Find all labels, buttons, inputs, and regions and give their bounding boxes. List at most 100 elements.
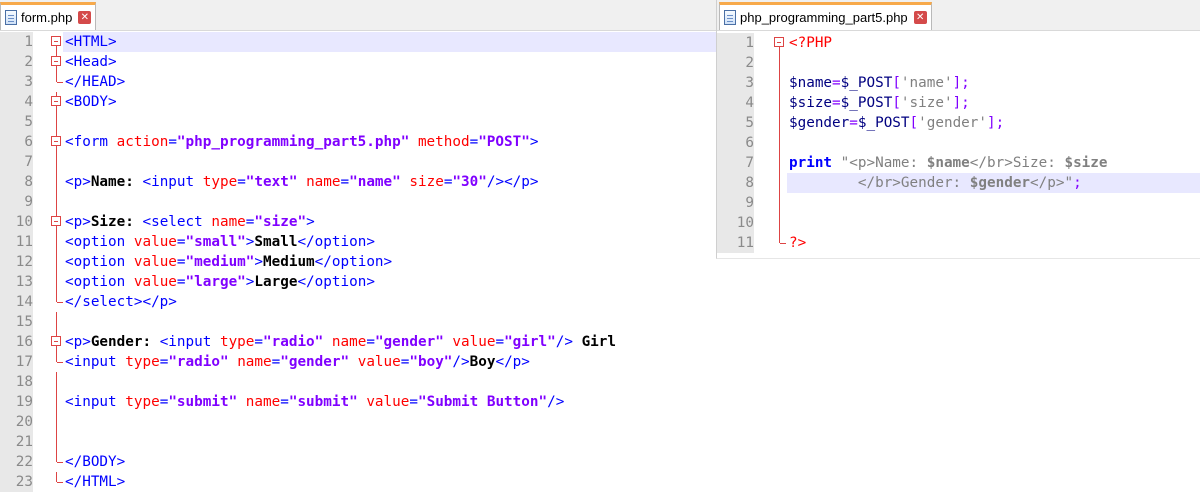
- fold-toggle-icon[interactable]: [51, 132, 63, 152]
- code-token: 'name': [900, 75, 953, 91]
- close-icon[interactable]: ✕: [78, 11, 92, 24]
- code-line[interactable]: 8 <p>Name: <input type="text" name="name"…: [0, 172, 716, 192]
- fold-line-marker: [51, 72, 63, 92]
- code-line[interactable]: 23 </HTML>: [0, 472, 716, 492]
- fold-line-marker: [51, 232, 63, 252]
- fold-line-marker: [51, 472, 63, 492]
- code-line[interactable]: 12 <option value="medium">Medium</option>: [0, 252, 716, 272]
- line-number: 23: [0, 472, 33, 492]
- line-number: 6: [717, 133, 754, 153]
- fold-line-marker: [51, 352, 63, 372]
- code-token: "gender": [280, 354, 350, 370]
- editor-pane-form[interactable]: form.php ✕ 1 <HTML> 2 <Head> 3 </HEAD> 4 <BODY>…: [0, 0, 716, 500]
- fold-line-marker: [774, 153, 786, 173]
- fold-toggle-icon[interactable]: [51, 32, 63, 52]
- line-number: 19: [0, 392, 33, 412]
- code-line[interactable]: 6: [717, 133, 1200, 153]
- code-line[interactable]: 4 <BODY>: [0, 92, 716, 112]
- code-line[interactable]: 9: [0, 192, 716, 212]
- fold-toggle-icon[interactable]: [51, 332, 63, 352]
- code-token: </p>: [495, 354, 530, 370]
- code-token: />: [452, 354, 470, 370]
- code-token: action: [116, 134, 169, 150]
- code-token: "medium": [185, 254, 255, 270]
- code-token: $size: [789, 95, 833, 111]
- code-line[interactable]: 5: [0, 112, 716, 132]
- fold-line-marker: [774, 193, 786, 213]
- code-line[interactable]: 17 <input type="radio" name="gender" valu…: [0, 352, 716, 372]
- code-line[interactable]: 1 <HTML>: [0, 32, 716, 52]
- fold-line-marker: [774, 173, 786, 193]
- code-line[interactable]: 11 ?>: [717, 233, 1200, 253]
- code-token: "large": [185, 274, 246, 290]
- code-token: value: [357, 354, 401, 370]
- code-token: $size: [1064, 155, 1108, 171]
- code-token: <option: [65, 234, 134, 250]
- fold-toggle-icon[interactable]: [51, 212, 63, 232]
- code-token: <option: [65, 254, 134, 270]
- code-text: <option value="large">Large</option>: [65, 272, 375, 292]
- tab-form-php[interactable]: form.php ✕: [0, 2, 97, 30]
- code-line[interactable]: 10: [717, 213, 1200, 233]
- code-text: </HTML>: [65, 472, 125, 492]
- code-line[interactable]: 20: [0, 412, 716, 432]
- fold-toggle-icon[interactable]: [51, 92, 63, 112]
- line-number: 14: [0, 292, 33, 312]
- fold-line-marker: [774, 233, 786, 253]
- code-line[interactable]: 6 <form action="php_programming_part5.php…: [0, 132, 716, 152]
- code-token: type: [202, 174, 238, 190]
- code-line[interactable]: 7: [0, 152, 716, 172]
- fold-toggle-icon[interactable]: [774, 33, 786, 53]
- line-number: 15: [0, 312, 33, 332]
- code-line[interactable]: 11 <option value="small">Small</option>: [0, 232, 716, 252]
- tab-php-programming-part5[interactable]: php_programming_part5.php ✕: [719, 2, 932, 30]
- code-token: $gender: [789, 115, 850, 131]
- code-text: </BODY>: [65, 452, 125, 472]
- editor-pane-php[interactable]: php_programming_part5.php ✕ 1 <?PHP 2 3 $nam…: [716, 0, 1200, 259]
- code-line[interactable]: 18: [0, 372, 716, 392]
- code-line[interactable]: 16 <p>Gender: <input type="radio" name="g…: [0, 332, 716, 352]
- document-icon: [724, 10, 736, 25]
- code-line[interactable]: 3 </HEAD>: [0, 72, 716, 92]
- close-icon[interactable]: ✕: [913, 11, 927, 24]
- code-text: <BODY>: [65, 92, 117, 112]
- code-line[interactable]: 2: [717, 53, 1200, 73]
- code-token: <option: [65, 274, 134, 290]
- code-line[interactable]: 15: [0, 312, 716, 332]
- code-token: "radio": [263, 334, 324, 350]
- code-token: $name: [789, 75, 833, 91]
- code-line[interactable]: 10 <p>Size: <select name="size">: [0, 212, 716, 232]
- code-token: "small": [185, 234, 246, 250]
- code-token: "boy": [409, 354, 453, 370]
- fold-line-marker: [51, 272, 63, 292]
- line-number: 4: [717, 93, 754, 113]
- code-token: >: [254, 254, 264, 270]
- code-token: "text": [245, 174, 298, 190]
- code-token: "POST": [478, 134, 530, 150]
- code-token: value: [133, 274, 177, 290]
- code-line[interactable]: 3 $name=$_POST['name'];: [717, 73, 1200, 93]
- code-line[interactable]: 7 print "<p>Name: $name</br>Size: $size: [717, 153, 1200, 173]
- code-line[interactable]: 4 $size=$_POST['size'];: [717, 93, 1200, 113]
- code-line[interactable]: 2 <Head>: [0, 52, 716, 72]
- code-line[interactable]: 22 </BODY>: [0, 452, 716, 472]
- code-line[interactable]: 9: [717, 193, 1200, 213]
- code-line[interactable]: 1 <?PHP: [717, 33, 1200, 53]
- fold-toggle-icon[interactable]: [51, 52, 63, 72]
- code-line[interactable]: 21: [0, 432, 716, 452]
- code-token: "name": [349, 174, 401, 190]
- code-token: </p>": [1030, 175, 1074, 191]
- fold-line-marker: [51, 452, 63, 472]
- code-line[interactable]: 5 $gender=$_POST['gender'];: [717, 113, 1200, 133]
- line-number: 17: [0, 352, 33, 372]
- code-editor[interactable]: 1 <HTML> 2 <Head> 3 </HEAD> 4 <BODY> 5 6 <form act…: [0, 31, 716, 492]
- code-line[interactable]: 14 </select></p>: [0, 292, 716, 312]
- code-token: type: [125, 394, 160, 410]
- code-text: <option value="medium">Medium</option>: [65, 252, 392, 272]
- code-line[interactable]: 13 <option value="large">Large</option>: [0, 272, 716, 292]
- code-line[interactable]: 8 </br>Gender: $gender</p>";: [717, 173, 1200, 193]
- line-number: 22: [0, 452, 33, 472]
- code-line[interactable]: 19 <input type="submit" name="submit" val…: [0, 392, 716, 412]
- code-editor[interactable]: 1 <?PHP 2 3 $name=$_POST['name']; 4 $size=$_PO…: [717, 31, 1200, 253]
